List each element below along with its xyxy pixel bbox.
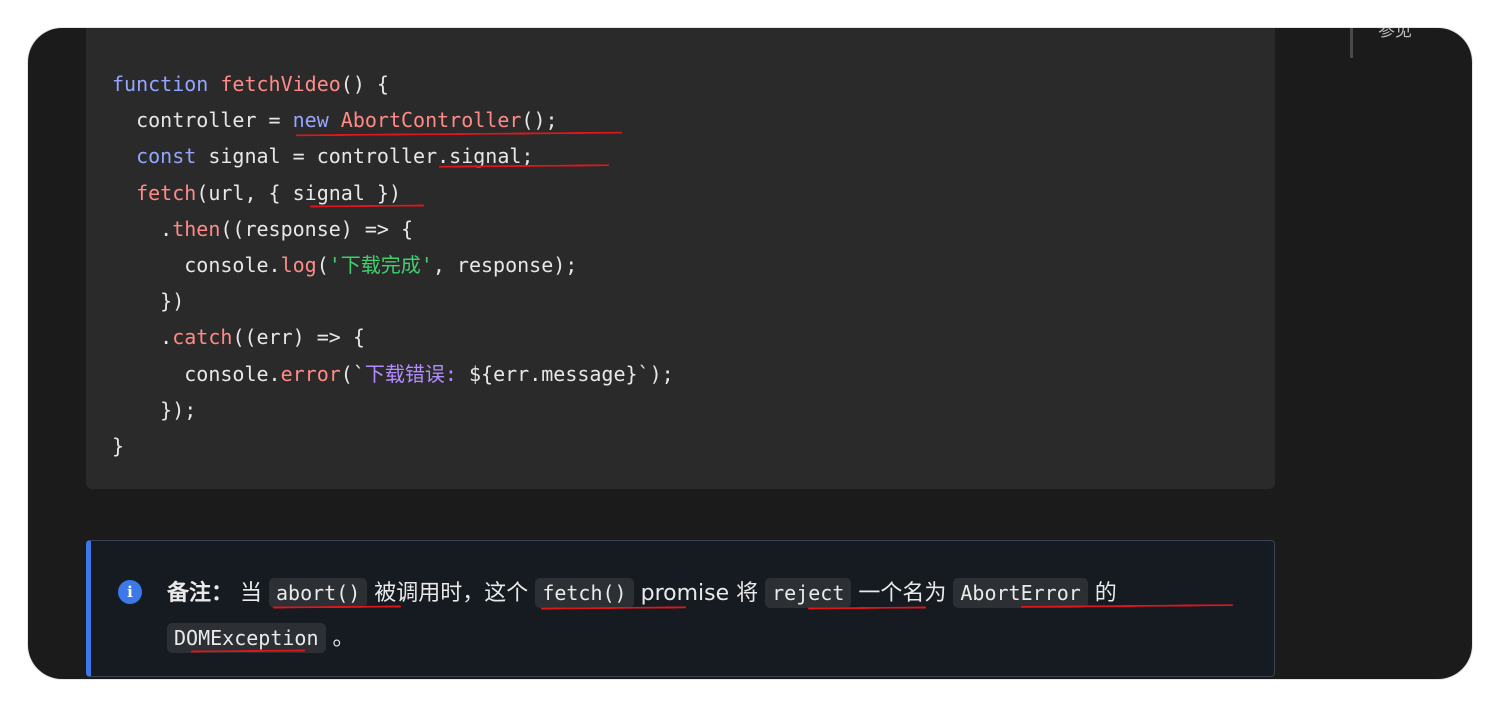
code-token: new [292,108,329,133]
code-token: (` [340,361,365,386]
code-token: function [112,72,209,96]
code-line-9: console.error(`下载错误: ${err.message}`); [112,361,674,386]
code-token: }); [112,397,197,422]
inline-code-fetch: fetch() [535,578,634,608]
info-icon: i [118,580,142,604]
code-line-6: console.log('下载完成', response); [112,253,577,277]
code-token: fetchVideo [220,72,341,96]
code-line-10: }); [112,398,196,422]
code-token: log [280,253,317,278]
code-line-2: controller = new AbortController(); [112,108,558,133]
code-token: }) [112,289,185,314]
code-token: () { [340,72,389,96]
code-token: ((err) => { [232,325,365,350]
note-text-part: 的 [1087,581,1117,606]
code-text: function fetchVideo() { controller = new… [112,66,674,464]
inline-code-domexception: DOMException [167,623,326,653]
code-line-5: .then((response) => { [112,217,413,241]
inline-code-aborterror: AbortError [953,578,1088,608]
note-text-part: 被调用时，这个 [367,581,536,606]
inline-code-reject: reject [765,578,852,608]
code-token: ${err.message}`); [468,361,674,386]
code-line-1: function fetchVideo() { [112,72,389,96]
code-line-7: }) [112,289,184,313]
code-token: '下载完成' [328,253,433,278]
code-token: signal = controller [196,144,438,169]
code-token: AbortController [340,108,522,133]
code-token: controller = [112,108,293,133]
code-line-4: fetch(url, { signal }) [112,181,401,205]
note-callout: i 备注： 当 abort() 被调用时，这个 fetch() promise … [86,540,1275,677]
note-label: 备注： [167,581,234,606]
code-token: error [280,361,341,386]
code-token: ((response) => { [220,216,414,241]
note-text-part: 一个名为 [851,581,954,606]
code-token: then [172,216,221,241]
code-block: function fetchVideo() { controller = new… [86,28,1275,489]
code-token: . [112,325,173,350]
browser-window: 参见 function fetchVideo() { controller = … [28,28,1472,679]
code-line-11: } [112,434,124,458]
code-token: fetch [136,180,197,205]
code-token: const [136,144,197,169]
code-token: (); [521,108,558,133]
code-token: ( [316,253,329,278]
code-token: , response); [432,253,578,278]
code-token: console. [112,361,281,386]
code-token: . [112,216,173,241]
code-line-8: .catch((err) => { [112,325,365,349]
sidebar-divider [1350,28,1353,58]
note-text: 备注： 当 abort() 被调用时，这个 fetch() promise 将 … [167,571,1217,661]
code-token: catch [172,325,233,350]
note-text-part: 。 [325,626,355,651]
code-token: (url, { signal }) [196,180,402,205]
code-token: 下载错误: [364,361,469,386]
code-token: console. [112,253,281,278]
note-text-part: promise 将 [633,581,766,606]
code-token: } [112,434,125,459]
sidebar-see-also-link[interactable]: 参见 [1378,28,1412,41]
inline-code-abort: abort() [269,578,368,608]
note-text-part: 当 [233,581,270,606]
